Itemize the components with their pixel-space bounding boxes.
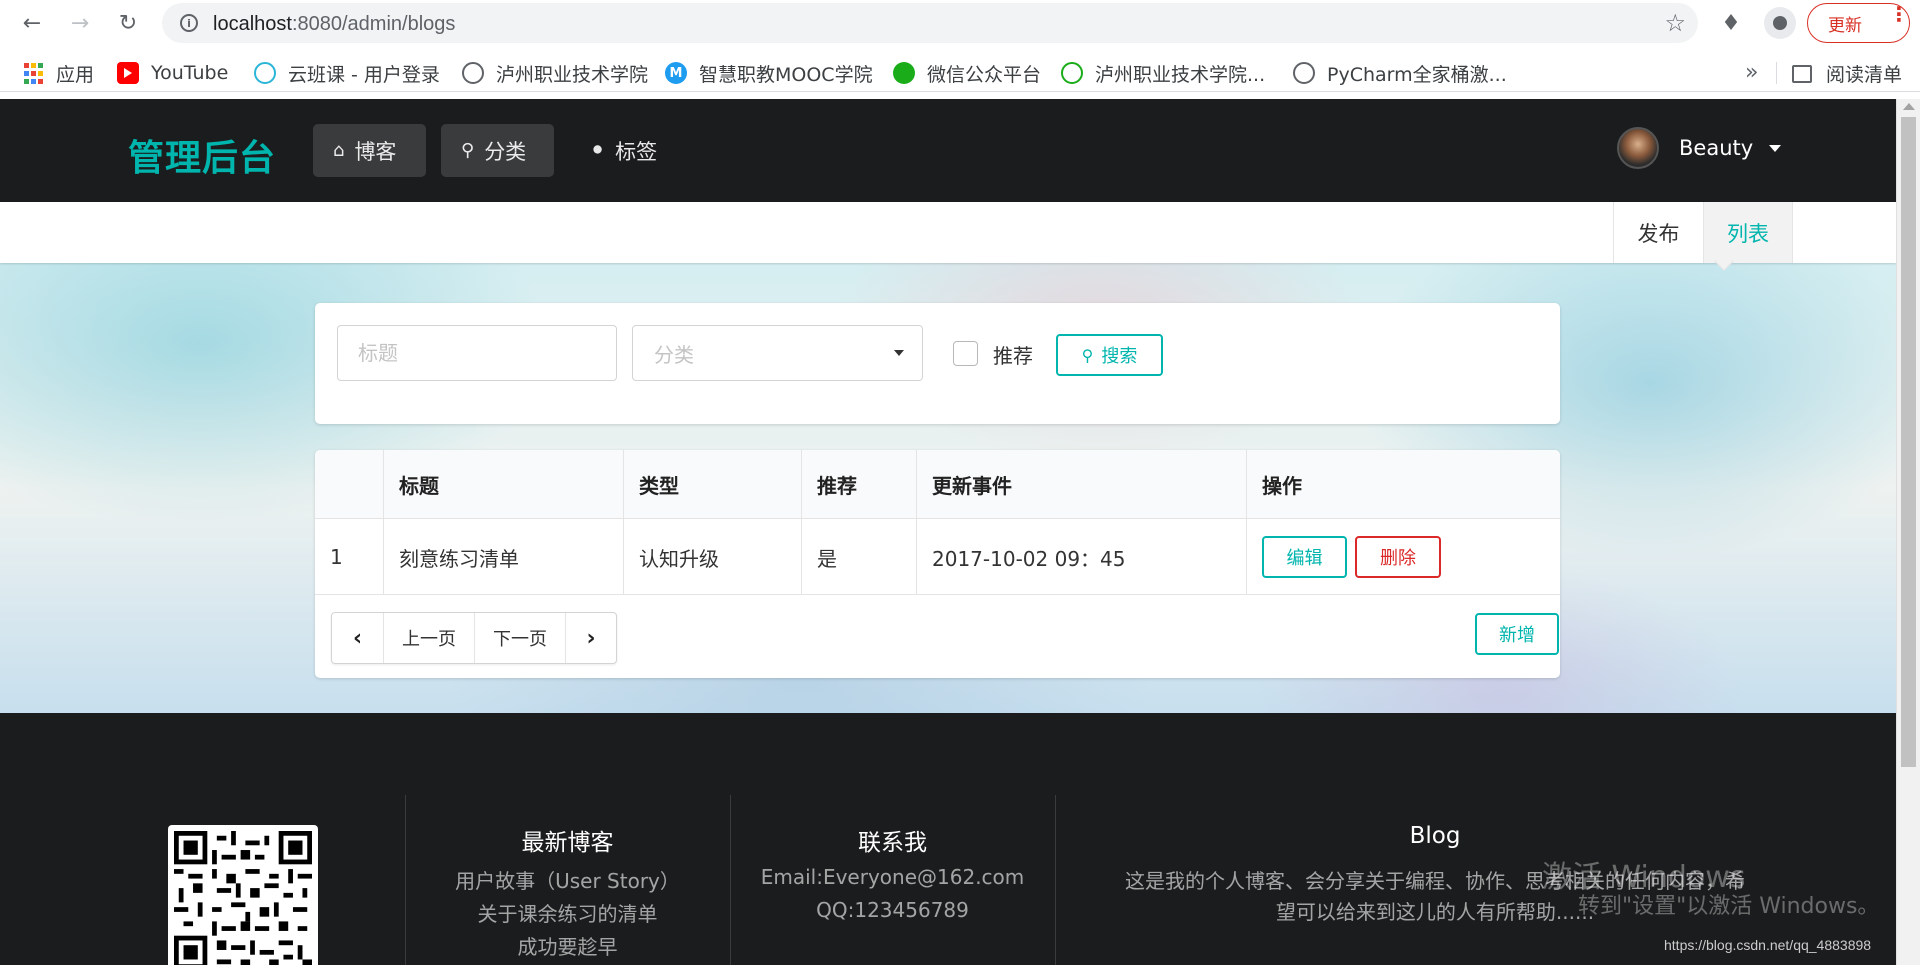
header-type: 类型 bbox=[623, 450, 801, 519]
youtube-icon bbox=[117, 62, 139, 84]
cell-index: 1 bbox=[330, 545, 343, 569]
search-button[interactable]: ⚲ 搜索 bbox=[1056, 334, 1163, 376]
browser-toolbar: ← → ↻ i localhost:8080/admin/blogs ☆ ♦ 更… bbox=[0, 0, 1920, 46]
url-text[interactable]: localhost:8080/admin/blogs bbox=[213, 13, 455, 36]
globe-icon bbox=[462, 62, 484, 84]
bookmark-wechat[interactable]: 微信公众平台 bbox=[893, 60, 1041, 86]
page-viewport: 管理后台 ⌂ 博客 ⚲ 分类 ⚫ 标签 Beauty 发布 列表 分类 推荐 bbox=[0, 99, 1896, 965]
cell-type: 认知升级 bbox=[623, 519, 801, 595]
forward-arrow-icon[interactable]: → bbox=[65, 8, 95, 38]
contact-heading: 联系我 bbox=[858, 830, 927, 856]
header-index bbox=[315, 450, 383, 519]
footer: 最新博客 用户故事（User Story） 关于课余练习的清单 成功要趁早 联系… bbox=[0, 713, 1896, 965]
bookmark-youtube[interactable]: YouTube bbox=[117, 60, 228, 86]
sub-menu: 发布 列表 bbox=[0, 202, 1896, 263]
chevron-left-icon: ‹ bbox=[352, 625, 363, 651]
globe-icon bbox=[1293, 62, 1315, 84]
page-scrollbar[interactable] bbox=[1896, 99, 1920, 965]
bookmarks-bar: 应用 YouTube 云班课 - 用户登录 泸州职业技术学院 M 智慧职教MOO… bbox=[0, 52, 1920, 92]
recommend-checkbox[interactable] bbox=[953, 341, 978, 366]
delete-button[interactable]: 删除 bbox=[1355, 536, 1441, 578]
caret-down-icon[interactable] bbox=[1769, 144, 1782, 152]
bookmark-yunbanke[interactable]: 云班课 - 用户登录 bbox=[254, 60, 440, 86]
latest-blog-link[interactable]: 关于课余练习的清单 bbox=[405, 898, 730, 927]
nav-item-blog[interactable]: ⌂ 博客 bbox=[313, 124, 426, 177]
contact-email: Email:Everyone@162.com bbox=[760, 865, 1025, 889]
admin-navbar: 管理后台 ⌂ 博客 ⚲ 分类 ⚫ 标签 Beauty bbox=[0, 99, 1896, 202]
m-logo-icon: M bbox=[665, 62, 687, 84]
atom-icon bbox=[1061, 62, 1083, 84]
cell-updated: 2017-10-02 09：45 bbox=[916, 519, 1246, 595]
home-icon: ⌂ bbox=[333, 140, 345, 161]
bookmark-star-icon[interactable]: ☆ bbox=[1664, 9, 1686, 37]
bookmarks-overflow-chevron-icon[interactable]: » bbox=[1745, 60, 1758, 85]
title-search-input[interactable] bbox=[337, 325, 617, 381]
header-title: 标题 bbox=[383, 450, 623, 519]
browser-update-button[interactable]: 更新 ⋮ bbox=[1807, 3, 1910, 43]
bookmark-apps[interactable]: 应用 bbox=[22, 60, 94, 86]
cloud-icon bbox=[254, 62, 276, 84]
reload-icon[interactable]: ↻ bbox=[113, 8, 143, 38]
table-row: 1 刻意练习清单 认知升级 是 2017-10-02 09：45 编辑 删除 bbox=[315, 519, 1560, 595]
csdn-watermark: https://blog.csdn.net/qq_4883898 bbox=[1664, 937, 1872, 953]
site-info-icon[interactable]: i bbox=[180, 14, 198, 32]
bookmark-pycharm[interactable]: PyCharm全家桶激... bbox=[1293, 60, 1507, 86]
extensions-puzzle-icon[interactable]: ♦ bbox=[1716, 8, 1746, 38]
lightbulb-icon: ⚲ bbox=[461, 140, 475, 161]
blog-table: 标题 类型 推荐 更新事件 操作 1 刻意练习清单 认知升级 是 2017-10… bbox=[315, 450, 1560, 678]
bookmark-mooc[interactable]: M 智慧职教MOOC学院 bbox=[665, 60, 873, 86]
search-form: 分类 推荐 ⚲ 搜索 bbox=[315, 303, 1560, 424]
scrollbar-thumb[interactable] bbox=[1901, 117, 1916, 767]
latest-blog-link[interactable]: 用户故事（User Story） bbox=[405, 865, 730, 894]
back-arrow-icon[interactable]: ← bbox=[17, 8, 47, 38]
nav-item-tags[interactable]: ⚫ 标签 bbox=[570, 124, 680, 177]
latest-blogs-heading: 最新博客 bbox=[521, 830, 614, 856]
tags-icon: ⚫ bbox=[590, 140, 606, 161]
header-recommend: 推荐 bbox=[801, 450, 916, 519]
apps-grid-icon bbox=[22, 62, 44, 84]
chevron-right-icon: › bbox=[586, 625, 596, 651]
reading-list-icon bbox=[1792, 64, 1812, 83]
table-header: 标题 类型 推荐 更新事件 操作 bbox=[315, 450, 1560, 519]
sub-item-list[interactable]: 列表 bbox=[1703, 202, 1793, 263]
search-icon: ⚲ bbox=[1081, 345, 1094, 365]
prev-chevron-button[interactable]: ‹ bbox=[332, 613, 383, 663]
profile-avatar-icon[interactable] bbox=[1764, 7, 1796, 39]
sub-item-publish[interactable]: 发布 bbox=[1613, 202, 1703, 263]
latest-blog-link[interactable]: 成功要趁早 bbox=[405, 931, 730, 960]
header-actions: 操作 bbox=[1246, 450, 1560, 519]
prev-page-button[interactable]: 上一页 bbox=[383, 613, 474, 663]
avatar[interactable] bbox=[1617, 127, 1659, 169]
cell-actions: 编辑 删除 bbox=[1246, 519, 1560, 595]
header-updated: 更新事件 bbox=[916, 450, 1246, 519]
user-name[interactable]: Beauty bbox=[1679, 136, 1753, 160]
contact-qq: QQ:123456789 bbox=[816, 898, 969, 922]
next-chevron-button[interactable]: › bbox=[565, 613, 616, 663]
qr-code-image bbox=[168, 825, 318, 965]
wechat-icon bbox=[893, 62, 915, 84]
blog-heading: Blog bbox=[1409, 823, 1461, 849]
user-menu[interactable]: Beauty bbox=[1617, 127, 1782, 169]
scroll-up-arrow-icon[interactable] bbox=[1903, 103, 1915, 110]
bookmarks-divider bbox=[1776, 62, 1777, 84]
recommend-label[interactable]: 推荐 bbox=[993, 340, 1033, 369]
activate-windows-hint: 转到"设置"以激活 Windows。 bbox=[1578, 894, 1880, 919]
address-bar[interactable]: i localhost:8080/admin/blogs ☆ bbox=[162, 3, 1698, 43]
bookmark-luzhou-college[interactable]: 泸州职业技术学院 bbox=[462, 60, 648, 86]
dropdown-arrow-icon bbox=[894, 350, 904, 356]
reading-list-button[interactable]: 阅读清单 bbox=[1792, 60, 1902, 87]
cell-title: 刻意练习清单 bbox=[383, 519, 623, 595]
category-select[interactable]: 分类 bbox=[632, 325, 923, 381]
bookmark-luzhou-college-2[interactable]: 泸州职业技术学院... bbox=[1061, 60, 1265, 86]
edit-button[interactable]: 编辑 bbox=[1262, 536, 1347, 578]
add-blog-button[interactable]: 新增 bbox=[1475, 613, 1559, 655]
more-vert-icon[interactable]: ⋮ bbox=[1889, 4, 1909, 24]
brand-title[interactable]: 管理后台 bbox=[128, 129, 276, 181]
pagination: ‹ 上一页 下一页 › bbox=[331, 612, 617, 664]
qr-code-pattern bbox=[174, 831, 312, 965]
next-page-button[interactable]: 下一页 bbox=[474, 613, 565, 663]
nav-item-category[interactable]: ⚲ 分类 bbox=[441, 124, 554, 177]
cell-recommend: 是 bbox=[801, 519, 916, 595]
